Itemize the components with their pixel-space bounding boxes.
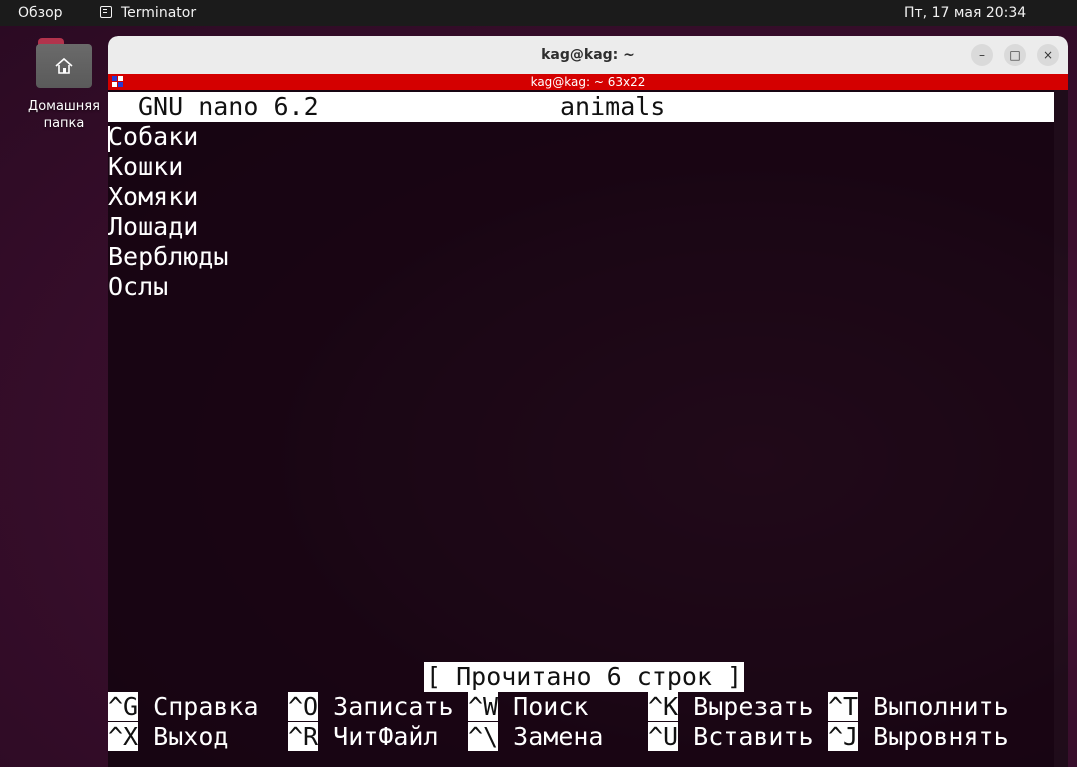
house-icon <box>55 57 73 74</box>
top-bar: Обзор Terminator Пт, 17 мая 20:34 <box>0 0 1077 26</box>
shortcut-label: Выход <box>153 722 229 751</box>
shortcut-key: ^\ <box>468 722 499 751</box>
shortcut-exit[interactable]: ^X Выход <box>108 722 228 752</box>
nano-status-message: [ Прочитано 6 строк ] <box>424 662 745 692</box>
minimize-button[interactable]: – <box>971 44 993 66</box>
shortcut-replace[interactable]: ^\ Замена <box>468 722 603 752</box>
desktop-home-label: Домашняя папка <box>28 99 100 131</box>
text-line[interactable]: Верблюды <box>108 242 228 272</box>
shortcut-execute[interactable]: ^T Выполнить <box>828 692 1009 722</box>
shortcut-help[interactable]: ^G Справка <box>108 692 259 722</box>
shortcut-label: Вырезать <box>693 692 814 721</box>
text-cursor <box>108 126 110 152</box>
shortcut-key: ^G <box>108 692 139 721</box>
app-menu-label: Terminator <box>121 5 197 21</box>
terminal-area[interactable]: GNU nano 6.2 animals Собаки Кошки Хомяки… <box>108 90 1068 767</box>
shortcut-key: ^T <box>828 692 859 721</box>
maximize-button[interactable]: □ <box>1004 44 1026 66</box>
close-button[interactable]: × <box>1037 44 1059 66</box>
text-line[interactable]: Кошки <box>108 152 183 182</box>
nano-title-bar: GNU nano 6.2 animals <box>108 92 1054 122</box>
shortcut-label: Поиск <box>513 692 589 721</box>
shortcut-justify[interactable]: ^J Выровнять <box>828 722 1009 752</box>
shortcut-label: Справка <box>153 692 259 721</box>
shortcut-cut[interactable]: ^K Вырезать <box>648 692 814 722</box>
clock[interactable]: Пт, 17 мая 20:34 <box>904 0 1026 26</box>
shortcut-key: ^K <box>648 692 679 721</box>
window-titlebar[interactable]: kag@kag: ~ – □ × <box>108 36 1068 74</box>
shortcut-key: ^R <box>288 722 319 751</box>
shortcut-key: ^J <box>828 722 859 751</box>
shortcut-key: ^U <box>648 722 679 751</box>
shortcut-write-out[interactable]: ^O Записать <box>288 692 454 722</box>
shortcut-label: ЧитФайл <box>333 722 439 751</box>
shortcut-label: Замена <box>513 722 604 751</box>
desktop-home-folder[interactable]: Домашняя папка <box>20 36 108 132</box>
terminal-icon <box>100 6 112 18</box>
terminal-header-title: kag@kag: ~ 63x22 <box>530 75 646 89</box>
shortcut-label: Выровнять <box>873 722 1009 751</box>
nano-version: GNU nano 6.2 <box>138 92 319 121</box>
shortcut-paste[interactable]: ^U Вставить <box>648 722 814 752</box>
shortcut-read-file[interactable]: ^R ЧитФайл <box>288 722 439 752</box>
shortcut-label: Вставить <box>693 722 814 751</box>
shortcut-label: Записать <box>333 692 454 721</box>
shortcut-where-is[interactable]: ^W Поиск <box>468 692 588 722</box>
nano-filename: animals <box>560 92 666 121</box>
shortcut-key: ^W <box>468 692 499 721</box>
home-folder-icon <box>36 36 92 88</box>
shortcut-label: Выполнить <box>873 692 1009 721</box>
text-line[interactable]: Хомяки <box>108 182 198 212</box>
terminal-window: kag@kag: ~ – □ × kag@kag: ~ 63x22 GNU na… <box>108 36 1068 767</box>
window-title: kag@kag: ~ <box>541 47 635 63</box>
terminal-header: kag@kag: ~ 63x22 <box>108 74 1068 90</box>
text-line[interactable]: Лошади <box>108 212 198 242</box>
shortcut-key: ^O <box>288 692 319 721</box>
activities-button[interactable]: Обзор <box>18 0 63 26</box>
terminal-scrollbar[interactable] <box>1054 90 1068 767</box>
text-line[interactable]: Ослы <box>108 272 168 302</box>
shortcut-key: ^X <box>108 722 139 751</box>
text-line[interactable]: Собаки <box>108 122 198 152</box>
